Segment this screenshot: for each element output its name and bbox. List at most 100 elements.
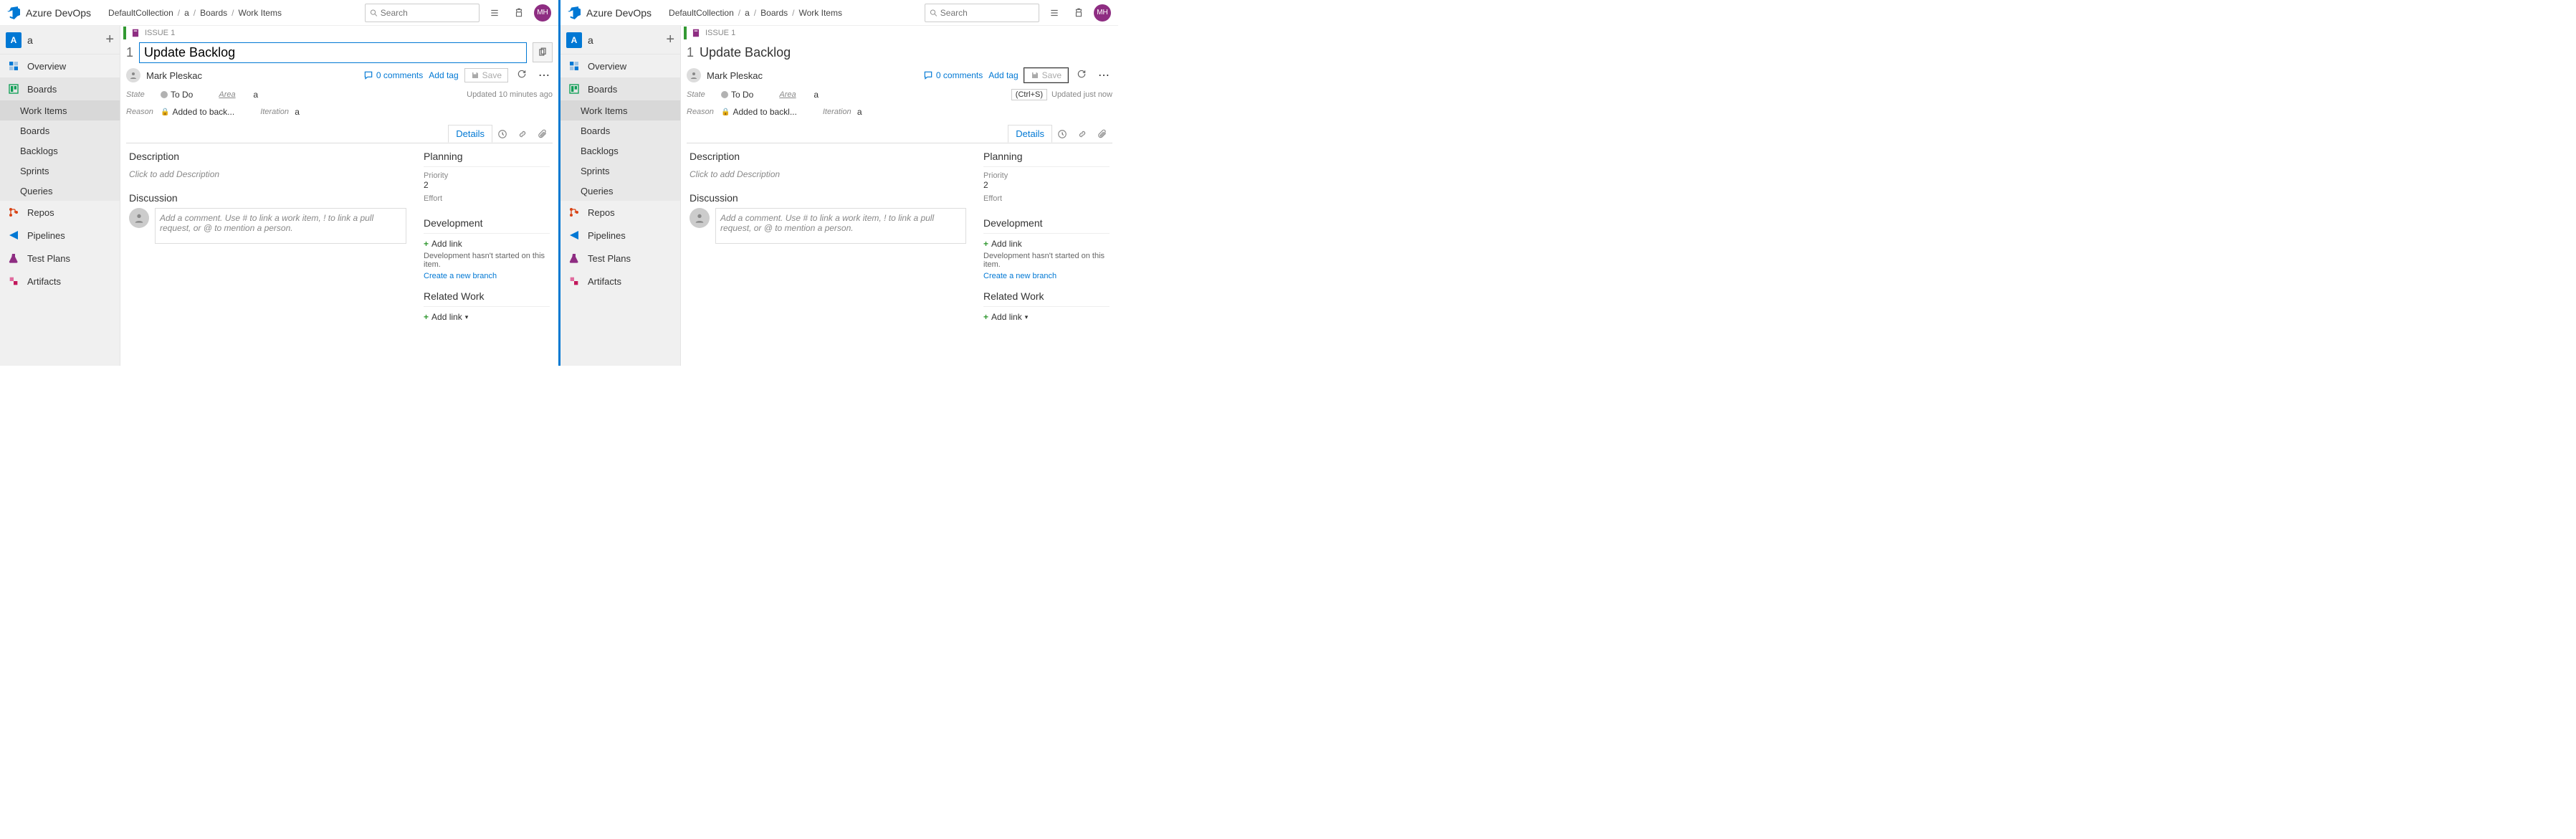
comments-link[interactable]: 0 comments (923, 70, 983, 80)
save-button[interactable]: Save (464, 68, 508, 82)
discussion-avatar-icon (129, 208, 149, 228)
tab-details[interactable]: Details (448, 125, 492, 143)
list-view-icon[interactable] (485, 4, 504, 22)
sidebar-item-queries[interactable]: Queries (560, 181, 680, 201)
sidebar-item-backlogs[interactable]: Backlogs (0, 141, 120, 161)
sidebar-item-testplans[interactable]: Test Plans (560, 247, 680, 270)
links-tab-icon[interactable] (512, 125, 533, 143)
create-branch-link[interactable]: Create a new branch (983, 272, 1110, 280)
description-placeholder[interactable]: Click to add Description (690, 166, 966, 182)
sidebar-label: Boards (588, 84, 617, 95)
brand-label[interactable]: Azure DevOps (26, 7, 91, 19)
sidebar-item-repos[interactable]: Repos (560, 201, 680, 224)
breadcrumb-boards[interactable]: Boards (200, 8, 227, 18)
assignee-avatar-icon[interactable] (126, 68, 140, 82)
sidebar-item-backlogs[interactable]: Backlogs (560, 141, 680, 161)
reason-value[interactable]: 🔒Added to backl... (721, 107, 797, 117)
sidebar-item-testplans[interactable]: Test Plans (0, 247, 120, 270)
user-avatar[interactable]: MH (534, 4, 551, 22)
project-selector[interactable]: A a + (0, 26, 120, 54)
add-tag-button[interactable]: Add tag (988, 70, 1018, 80)
add-tag-button[interactable]: Add tag (429, 70, 458, 80)
related-add-link-button[interactable]: +Add link ▾ (983, 312, 1028, 322)
refresh-button[interactable] (514, 69, 530, 82)
title-text[interactable]: Update Backlog (700, 43, 1112, 62)
add-project-button[interactable]: + (666, 32, 674, 48)
more-actions-button[interactable]: ⋯ (1095, 68, 1112, 82)
related-add-link-button[interactable]: +Add link ▾ (424, 312, 468, 322)
priority-value[interactable]: 2 (424, 180, 550, 190)
list-view-icon[interactable] (1045, 4, 1064, 22)
history-tab-icon[interactable] (492, 125, 512, 143)
marketplace-icon[interactable] (510, 4, 528, 22)
breadcrumb-boards[interactable]: Boards (760, 8, 788, 18)
sidebar-item-pipelines[interactable]: Pipelines (560, 224, 680, 247)
discussion-input[interactable]: Add a comment. Use # to link a work item… (155, 208, 406, 244)
search-box[interactable] (925, 4, 1039, 22)
dev-add-link-button[interactable]: +Add link (983, 239, 1022, 249)
sidebar-item-sprints[interactable]: Sprints (0, 161, 120, 181)
area-value[interactable]: a (814, 90, 819, 100)
effort-label: Effort (983, 194, 1110, 203)
project-selector[interactable]: A a + (560, 26, 680, 54)
attachments-tab-icon[interactable] (1092, 125, 1112, 143)
sidebar-item-workitems[interactable]: Work Items (560, 100, 680, 120)
breadcrumb-workitems[interactable]: Work Items (799, 8, 842, 18)
more-actions-button[interactable]: ⋯ (535, 68, 553, 82)
sidebar-item-queries[interactable]: Queries (0, 181, 120, 201)
sidebar-item-workitems[interactable]: Work Items (0, 100, 120, 120)
state-value[interactable]: To Do (721, 90, 753, 100)
sidebar-item-sprints[interactable]: Sprints (560, 161, 680, 181)
save-button[interactable]: Save (1024, 68, 1068, 82)
breadcrumb-collection[interactable]: DefaultCollection (108, 8, 173, 18)
iteration-value[interactable]: a (295, 107, 300, 117)
sidebar-item-boards-sub[interactable]: Boards (560, 120, 680, 141)
iteration-value[interactable]: a (857, 107, 862, 117)
related-heading: Related Work (424, 290, 550, 302)
related-heading: Related Work (983, 290, 1110, 302)
work-item-id: 1 (126, 45, 133, 60)
sidebar-item-overview[interactable]: Overview (0, 54, 120, 77)
sidebar-item-repos[interactable]: Repos (0, 201, 120, 224)
breadcrumb-collection[interactable]: DefaultCollection (669, 8, 734, 18)
dev-add-link-button[interactable]: +Add link (424, 239, 462, 249)
tab-details[interactable]: Details (1008, 125, 1052, 143)
refresh-button[interactable] (1074, 69, 1089, 82)
breadcrumb-workitems[interactable]: Work Items (239, 8, 282, 18)
overview-icon (7, 60, 20, 72)
search-input[interactable] (940, 8, 1034, 18)
search-input[interactable] (381, 8, 474, 18)
pipelines-icon (568, 229, 581, 241)
sidebar-item-overview[interactable]: Overview (560, 54, 680, 77)
brand-label[interactable]: Azure DevOps (586, 7, 652, 19)
marketplace-icon[interactable] (1069, 4, 1088, 22)
comments-link[interactable]: 0 comments (363, 70, 423, 80)
history-tab-icon[interactable] (1052, 125, 1072, 143)
artifacts-icon (568, 275, 581, 287)
create-branch-link[interactable]: Create a new branch (424, 272, 550, 280)
state-value[interactable]: To Do (161, 90, 193, 100)
sidebar-item-boards[interactable]: Boards (560, 77, 680, 100)
sidebar-item-artifacts[interactable]: Artifacts (560, 270, 680, 293)
user-avatar[interactable]: MH (1094, 4, 1111, 22)
attachments-tab-icon[interactable] (533, 125, 553, 143)
assignee-name[interactable]: Mark Pleskac (707, 70, 763, 81)
add-project-button[interactable]: + (105, 32, 114, 48)
sidebar-item-boards[interactable]: Boards (0, 77, 120, 100)
title-input[interactable] (139, 42, 527, 63)
reason-value[interactable]: 🔒Added to back... (161, 107, 234, 117)
assignee-name[interactable]: Mark Pleskac (146, 70, 202, 81)
discussion-input[interactable]: Add a comment. Use # to link a work item… (715, 208, 966, 244)
breadcrumb-project[interactable]: a (184, 8, 189, 18)
sidebar-item-artifacts[interactable]: Artifacts (0, 270, 120, 293)
search-box[interactable] (365, 4, 480, 22)
priority-value[interactable]: 2 (983, 180, 1110, 190)
assignee-avatar-icon[interactable] (687, 68, 701, 82)
links-tab-icon[interactable] (1072, 125, 1092, 143)
sidebar-item-boards-sub[interactable]: Boards (0, 120, 120, 141)
sidebar-item-pipelines[interactable]: Pipelines (0, 224, 120, 247)
description-placeholder[interactable]: Click to add Description (129, 166, 406, 182)
breadcrumb-project[interactable]: a (745, 8, 750, 18)
area-value[interactable]: a (253, 90, 258, 100)
copy-link-button[interactable] (533, 42, 553, 62)
